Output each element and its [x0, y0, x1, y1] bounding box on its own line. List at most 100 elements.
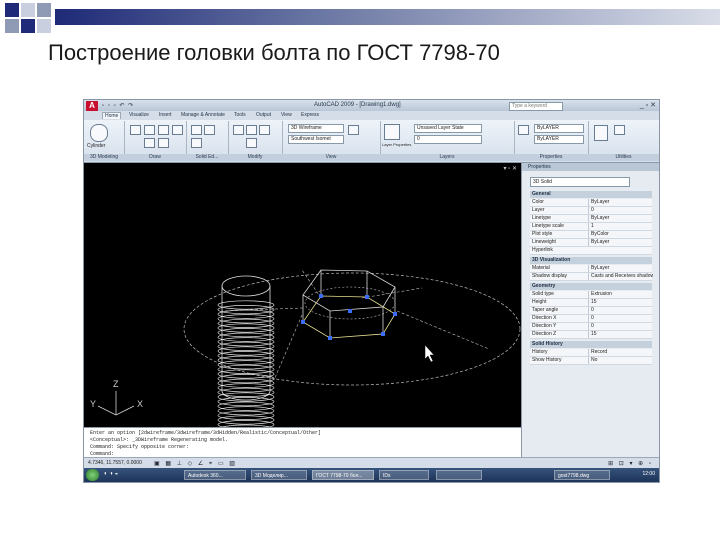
- property-row[interactable]: Layer 0: [530, 207, 652, 215]
- panel-utilities: Utilities: [588, 121, 659, 161]
- model-canvas[interactable]: Z Y X: [84, 163, 521, 427]
- property-value[interactable]: ByLayer: [588, 239, 653, 246]
- arc-icon[interactable]: [172, 125, 183, 135]
- property-row[interactable]: Linetype scale 1: [530, 223, 652, 231]
- property-row[interactable]: Plot style ByColor: [530, 231, 652, 239]
- intersect-icon[interactable]: [191, 138, 202, 148]
- command-line[interactable]: Enter an option [2dwireframe/3dwireframe…: [84, 427, 521, 458]
- tab-visualize[interactable]: Visualize: [129, 112, 149, 118]
- subtract-icon[interactable]: [204, 125, 215, 135]
- polyline-icon[interactable]: [144, 125, 155, 135]
- window-controls[interactable]: _ ▫ ✕: [640, 101, 656, 109]
- move-icon[interactable]: [233, 125, 244, 135]
- measure-icon[interactable]: [614, 125, 625, 135]
- property-value[interactable]: 0: [588, 307, 653, 314]
- circle-icon[interactable]: [158, 125, 169, 135]
- panel-draw: Draw: [124, 121, 187, 161]
- property-value[interactable]: 15: [588, 331, 653, 338]
- property-value[interactable]: 0: [588, 207, 653, 214]
- ucs-label-z: Z: [113, 379, 119, 389]
- line-icon[interactable]: [130, 125, 141, 135]
- visual-style-select[interactable]: 3D Wireframe: [288, 124, 344, 133]
- match-properties-icon[interactable]: [518, 125, 529, 135]
- search-input[interactable]: Type a keyword: [509, 102, 563, 111]
- property-row[interactable]: Lineweight ByLayer: [530, 239, 652, 247]
- property-key: Material: [532, 265, 550, 271]
- view-direction-select[interactable]: Southwest Isomet: [288, 135, 344, 144]
- system-clock: 12:00: [642, 471, 655, 477]
- property-row[interactable]: Direction Z 15: [530, 331, 652, 339]
- property-row[interactable]: Shadow display Casts and Receives shadows: [530, 273, 653, 281]
- property-section-header[interactable]: Solid History: [530, 341, 652, 348]
- bullet-square-5: [21, 19, 35, 33]
- property-row[interactable]: Direction X 0: [530, 315, 652, 323]
- taskbar-item[interactable]: Autodesk 360...: [184, 470, 246, 480]
- start-button[interactable]: [86, 469, 99, 481]
- property-value[interactable]: ByLayer: [588, 199, 653, 206]
- windows-taskbar: ◐ ◑ ◒ Autodesk 360... 3D Моделир... ГОСТ 7…: [84, 468, 659, 482]
- tab-insert[interactable]: Insert: [159, 112, 172, 118]
- quick-access-toolbar[interactable]: ▫ ▫ ▫ ↶ ↷: [102, 102, 134, 109]
- property-value[interactable]: ByLayer: [588, 215, 653, 222]
- property-row[interactable]: Direction Y 0: [530, 323, 652, 331]
- taskbar-item[interactable]: ГОСТ 7798-70 бол...: [312, 470, 374, 480]
- polygon-icon[interactable]: [158, 138, 169, 148]
- property-value[interactable]: Record: [588, 349, 653, 356]
- property-value[interactable]: 0: [588, 315, 653, 322]
- panel-view: 3D Wireframe Southwest Isomet View: [282, 121, 381, 161]
- property-section-header[interactable]: General: [530, 191, 652, 198]
- selection-type-select[interactable]: 3D Solid: [530, 177, 630, 187]
- drafting-toggles[interactable]: ▣ ▦ ⊥ ◇ ∠ ⌖ ▭ ▧: [154, 460, 237, 468]
- status-tray-icons[interactable]: ⊞ ⊡ ▾ ⊕ ▫: [608, 460, 653, 467]
- property-section-header[interactable]: 3D Visualization: [530, 257, 652, 264]
- tab-view[interactable]: View: [281, 112, 292, 118]
- property-value[interactable]: ByColor: [588, 231, 653, 238]
- taskbar-item[interactable]: [436, 470, 482, 480]
- current-layer-select[interactable]: 0: [414, 135, 482, 144]
- drawing-viewport[interactable]: Z Y X ▾ ▫ ✕: [84, 163, 521, 427]
- property-row[interactable]: Linetype ByLayer: [530, 215, 652, 223]
- property-value[interactable]: No: [588, 357, 653, 364]
- array-icon[interactable]: [246, 138, 257, 148]
- property-value[interactable]: ByLayer: [588, 265, 653, 272]
- tab-tools[interactable]: Tools: [234, 112, 246, 118]
- panel-properties: ByLAYER ByLAYER Properties: [514, 121, 589, 161]
- layer-state-select[interactable]: Unsaved Layer State: [414, 124, 482, 133]
- tab-express[interactable]: Express: [301, 112, 319, 118]
- orbit-icon[interactable]: [348, 125, 359, 135]
- property-row[interactable]: Taper angle 0: [530, 307, 652, 315]
- viewport-controls[interactable]: ▾ ▫ ✕: [504, 165, 518, 172]
- rotate-icon[interactable]: [246, 125, 257, 135]
- property-row[interactable]: Color ByLayer: [530, 199, 652, 207]
- property-row[interactable]: Material ByLayer: [530, 265, 652, 273]
- property-section-header[interactable]: Geometry: [530, 283, 652, 290]
- property-row[interactable]: Hyperlink: [530, 247, 652, 255]
- rectangle-icon[interactable]: [144, 138, 155, 148]
- taskbar-item[interactable]: IDs: [379, 470, 429, 480]
- property-value[interactable]: Casts and Receives shadows: [588, 273, 653, 280]
- union-icon[interactable]: [191, 125, 202, 135]
- property-value[interactable]: 1: [588, 223, 653, 230]
- taskbar-item[interactable]: 3D Моделир...: [251, 470, 307, 480]
- property-row[interactable]: History Record: [530, 349, 652, 357]
- tab-home[interactable]: Home: [102, 112, 122, 119]
- property-row[interactable]: Solid type Extrusion: [530, 291, 652, 299]
- cylinder-icon[interactable]: [90, 124, 108, 142]
- quick-launch-icons[interactable]: ◐ ◑ ◒: [104, 471, 118, 477]
- autocad-logo-icon[interactable]: A: [86, 101, 98, 111]
- clipboard-icon[interactable]: [594, 125, 608, 141]
- property-row[interactable]: Height 15: [530, 299, 652, 307]
- property-value[interactable]: 0: [588, 323, 653, 330]
- taskbar-item[interactable]: gost7798.dwg: [554, 470, 610, 480]
- color-select[interactable]: ByLAYER: [534, 124, 584, 133]
- mirror-icon[interactable]: [259, 125, 270, 135]
- property-value[interactable]: Extrusion: [588, 291, 653, 298]
- layer-properties-icon[interactable]: [384, 124, 400, 140]
- property-key: Direction X: [532, 315, 557, 321]
- tab-manage[interactable]: Manage & Annotate: [181, 112, 225, 118]
- tab-output[interactable]: Output: [256, 112, 271, 118]
- property-row[interactable]: Show History No: [530, 357, 652, 365]
- linetype-select[interactable]: ByLAYER: [534, 135, 584, 144]
- property-value[interactable]: 15: [588, 299, 653, 306]
- panel-label: Properties: [514, 154, 588, 161]
